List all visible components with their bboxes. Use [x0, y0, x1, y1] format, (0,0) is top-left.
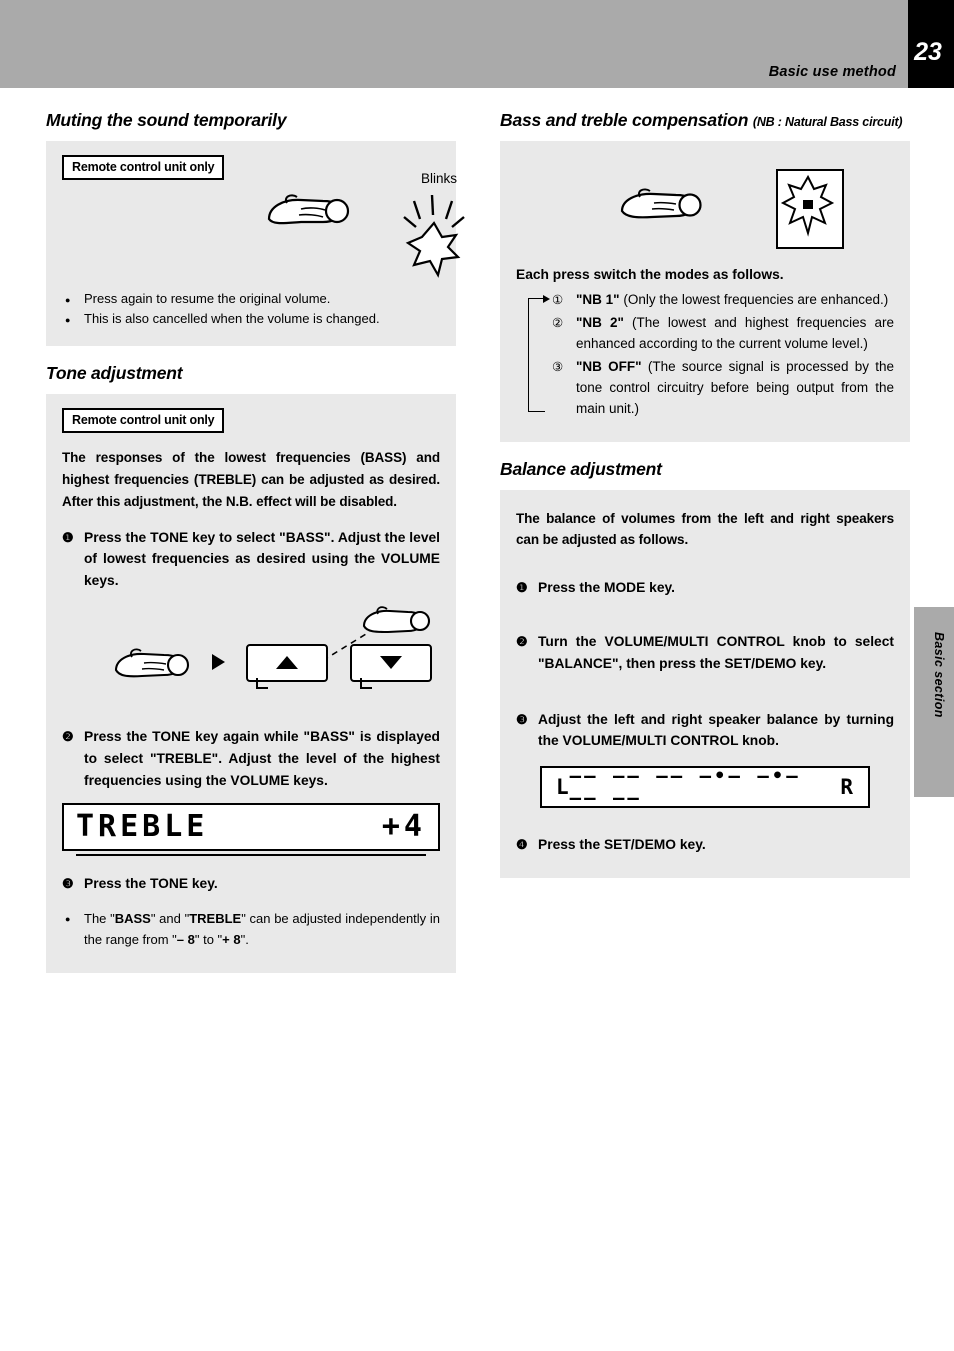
lcd-left-channel-label: L	[556, 775, 570, 800]
balance-step-3: ❸ Adjust the left and right speaker bala…	[516, 709, 894, 753]
each-press-text: Each press switch the modes as follows.	[516, 267, 784, 282]
tone-step-3-number: ❸	[62, 876, 74, 892]
list-item: This is also cancelled when the volume i…	[62, 309, 440, 331]
note-part: " and "	[150, 911, 190, 927]
volume-keys-illustration	[62, 602, 440, 712]
lcd-underline	[76, 854, 426, 857]
balance-intro-text: The balance of volumes from the left and…	[516, 510, 894, 548]
left-column: Muting the sound temporarily Remote cont…	[46, 110, 465, 973]
tone-step-1-text: Press the TONE key to select "BASS". Adj…	[84, 529, 440, 589]
tone-note: The "BASS" and "TREBLE" can be adjusted …	[62, 909, 440, 951]
note-max-value: + 8	[222, 931, 241, 947]
nb-mode-1-label: "NB 1"	[576, 292, 620, 307]
balance-step-2-number: ❷	[516, 634, 528, 650]
loop-indicator-line	[528, 295, 550, 412]
remote-only-badge-tone: Remote control unit only	[62, 408, 225, 433]
note-part: The "	[84, 911, 115, 927]
loop-arrow-icon	[543, 295, 550, 303]
note-part: " to "	[194, 931, 223, 947]
balance-step-4-number: ❹	[516, 837, 528, 853]
key-stem-left	[360, 677, 372, 689]
tone-lcd-display: TREBLE +4	[62, 803, 440, 857]
hand-pressing-key-illustration-muting	[261, 189, 361, 237]
tone-step-2-number: ❷	[62, 728, 74, 744]
nb-indicator-box	[776, 169, 844, 249]
balance-step-4: ❹ Press the SET/DEMO key.	[516, 834, 894, 856]
balance-step-4-text: Press the SET/DEMO key.	[538, 837, 706, 853]
balance-lcd-display: L –– –– –– –•– –•– –– –– R	[540, 765, 870, 810]
nb-mode-3-number: ③	[552, 359, 564, 374]
muting-section-heading: Muting the sound temporarily	[46, 110, 287, 130]
nb-mode-3-label: "NB OFF"	[576, 358, 642, 374]
lcd-right-channel-label: R	[840, 775, 854, 800]
nb-mode-list: ① "NB 1" (Only the lowest frequencies are…	[550, 290, 894, 420]
remote-only-badge-muting: Remote control unit only	[62, 155, 225, 180]
side-tab-label: Basic section	[932, 632, 946, 718]
right-column: Bass and treble compensation (NB : Natur…	[500, 110, 910, 879]
tone-step-2: ❷ Press the TONE key again while "BASS" …	[62, 726, 440, 791]
note-bass: BASS	[114, 911, 151, 927]
list-item: Press again to resume the original volum…	[62, 289, 440, 311]
tone-intro-text: The responses of the lowest frequencies …	[62, 450, 440, 509]
tone-step-1-number: ❶	[62, 529, 74, 545]
bass-treble-panel: Each press switch the modes as follows. …	[500, 141, 910, 442]
volume-down-key[interactable]	[350, 643, 432, 689]
note-part: ".	[240, 931, 249, 947]
muting-bullet-list: Press again to resume the original volum…	[62, 289, 440, 331]
note-min-value: – 8	[176, 931, 195, 947]
bass-treble-heading-main: Bass and treble compensation	[500, 110, 749, 130]
bass-treble-section-heading: Bass and treble compensation (NB : Natur…	[500, 110, 910, 131]
nb-mode-2-label: "NB 2"	[576, 314, 624, 330]
balance-step-3-number: ❸	[516, 711, 528, 727]
tone-step-2-text: Press the TONE key again while "BASS" is…	[84, 728, 440, 788]
balance-step-2-text: Turn the VOLUME/MULTI CONTROL knob to se…	[538, 634, 894, 671]
tone-step-1: ❶ Press the TONE key to select "BASS". A…	[62, 527, 440, 592]
balance-step-1-text: Press the MODE key.	[538, 580, 676, 596]
page-number: 23	[914, 38, 942, 66]
blinking-indicator-illustration	[398, 193, 474, 286]
blinks-label: Blinks	[421, 171, 458, 186]
lcd-balance-scale: –– –– –– –•– –•– –– ––	[569, 765, 801, 810]
muting-panel: Remote control unit only Blinks ● Press …	[46, 141, 465, 346]
balance-section-heading: Balance adjustment	[500, 458, 662, 479]
tone-panel: Remote control unit only The responses o…	[46, 394, 456, 973]
triangle-down-icon	[380, 656, 402, 670]
nb-mode-1-text: (Only the lowest frequencies are enhance…	[623, 292, 889, 307]
list-item: ③ "NB OFF" (The source signal is processe…	[550, 357, 894, 420]
balance-step-2: ❷ Turn the VOLUME/MULTI CONTROL knob to …	[516, 631, 894, 675]
balance-panel: The balance of volumes from the left and…	[500, 489, 910, 879]
triangle-up-icon	[276, 656, 298, 670]
nb-illustration	[516, 155, 894, 267]
balance-step-3-text: Adjust the left and right speaker balanc…	[538, 711, 894, 749]
arrow-right-icon	[212, 653, 225, 670]
lcd-label-text: TREBLE	[76, 809, 209, 845]
nb-mode-1-number: ①	[552, 293, 564, 307]
key-stem-left	[256, 677, 268, 689]
balance-step-1: ❶ Press the MODE key.	[516, 577, 894, 599]
volume-up-key[interactable]	[246, 643, 328, 689]
tone-step-3-text: Press the TONE key.	[84, 876, 218, 892]
tone-step-3: ❸ Press the TONE key.	[62, 873, 440, 895]
balance-step-1-number: ❶	[516, 580, 528, 596]
list-item: ① "NB 1" (Only the lowest frequencies are…	[550, 290, 894, 311]
list-item: ② "NB 2" (The lowest and highest frequenc…	[550, 313, 894, 355]
note-treble: TREBLE	[189, 911, 242, 927]
nb-mode-2-text: (The lowest and highest frequencies are …	[576, 314, 894, 351]
header-title: Basic use method	[768, 64, 896, 80]
lcd-value-text: +4	[381, 809, 426, 845]
hand-pressing-key-illustration-nb	[616, 183, 714, 234]
tone-section-heading: Tone adjustment	[46, 363, 183, 383]
nb-modes-wrapper: ① "NB 1" (Only the lowest frequencies are…	[516, 290, 894, 420]
hand-pressing-key-illustration-tone	[110, 644, 200, 686]
bass-treble-heading-sub: (NB : Natural Bass circuit)	[752, 115, 903, 129]
nb-mode-2-number: ②	[552, 315, 564, 330]
